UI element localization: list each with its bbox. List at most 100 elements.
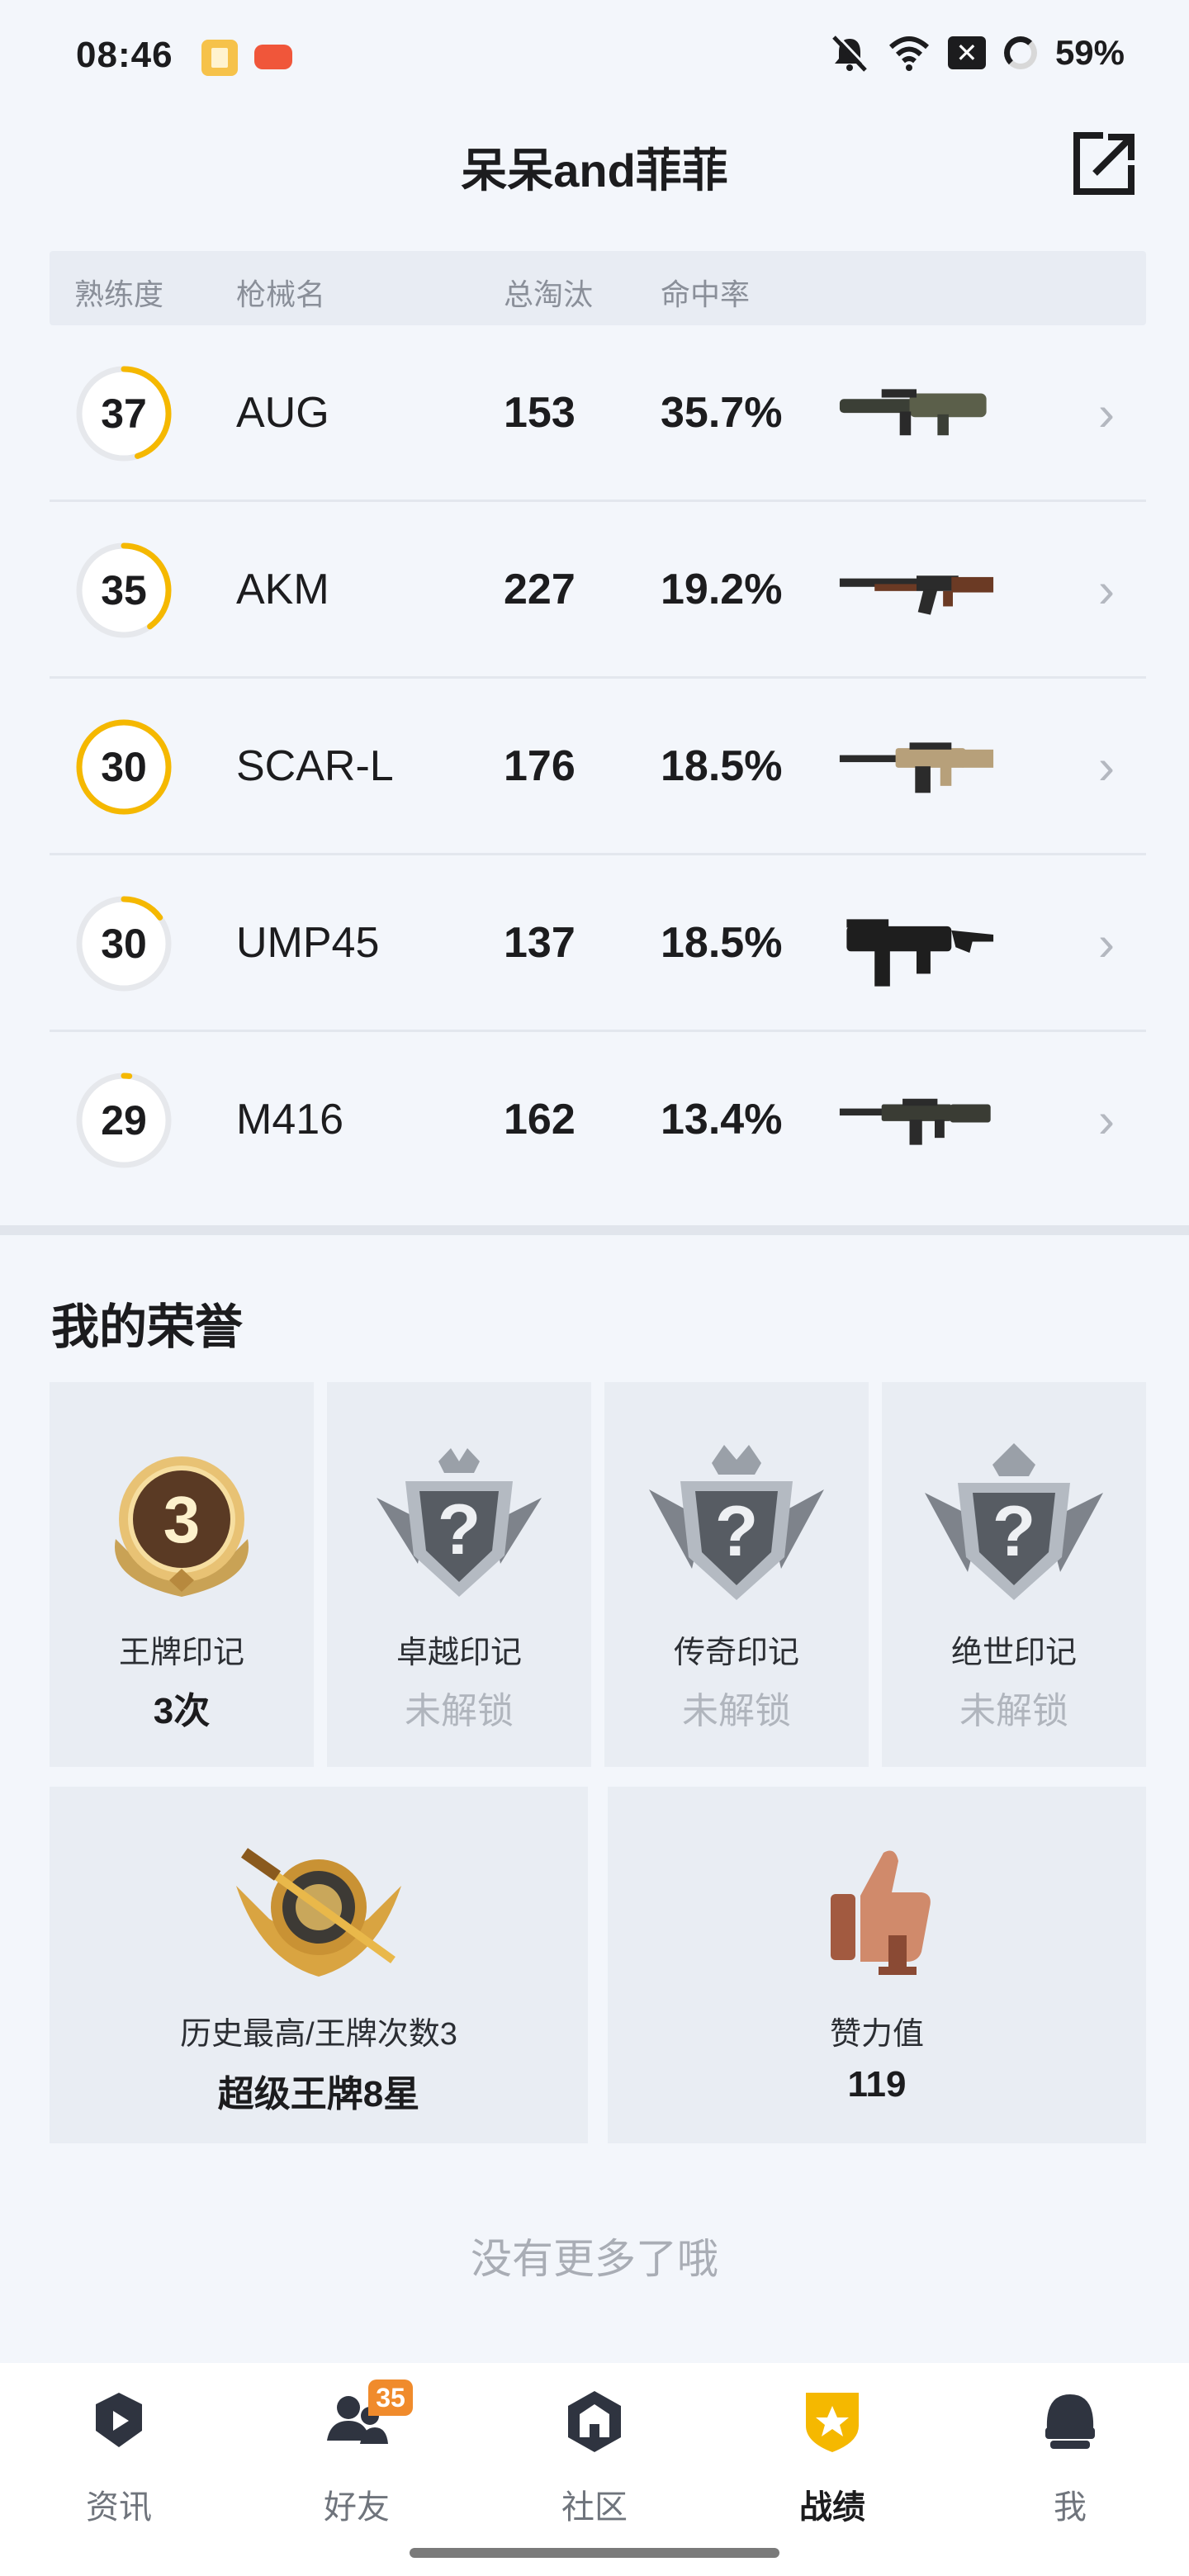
badge-value: 未解锁 — [959, 1691, 1068, 1731]
weapon-kills: 227 — [504, 566, 576, 613]
rank-emblem-icon — [236, 1848, 401, 1977]
locked-badge-glyph: ? — [438, 1490, 481, 1570]
col-hit-rate: 命中率 — [661, 277, 751, 311]
chevron-right-icon: › — [1098, 916, 1115, 971]
weapon-row[interactable]: 30 SCAR-L 176 18.5% › — [50, 679, 1146, 855]
mastery-level: 30 — [101, 744, 147, 790]
weapon-kills: 162 — [504, 1096, 576, 1144]
record-icon — [806, 2393, 859, 2452]
weapon-row[interactable]: 30 UMP45 137 18.5% › — [50, 855, 1146, 1032]
weapon-image — [839, 742, 994, 793]
weapon-hit-rate: 13.4% — [661, 1096, 783, 1144]
weapon-kills: 137 — [504, 919, 576, 967]
chevron-right-icon: › — [1098, 739, 1115, 794]
share-icon[interactable] — [1070, 130, 1136, 197]
mastery-level: 37 — [101, 391, 147, 437]
status-time: 08:46 — [76, 35, 173, 75]
col-gun-name: 枪械名 — [236, 277, 326, 311]
rank-card-label: 历史最高/王牌次数3 — [180, 2017, 457, 2052]
nav-news[interactable]: 资讯 — [0, 2379, 238, 2545]
page-header: 呆呆and菲菲 — [0, 116, 1189, 215]
badge-value: 未解锁 — [682, 1691, 791, 1731]
weapon-name: UMP45 — [236, 919, 380, 967]
badge-label: 绝世印记 — [950, 1636, 1077, 1670]
badge-label: 王牌印记 — [118, 1636, 244, 1670]
badge-card-peerless[interactable]: ? 绝世印记 未解锁 — [882, 1382, 1146, 1767]
close-box-icon: ✕ — [947, 36, 986, 69]
nav-label: 我 — [1054, 2489, 1087, 2526]
badge-value: 未解锁 — [405, 1691, 514, 1731]
community-icon — [568, 2391, 621, 2452]
weapon-image — [839, 575, 994, 615]
col-mastery: 熟练度 — [74, 277, 164, 311]
status-bar: 08:46 ✕ 59% — [0, 0, 1189, 107]
home-indicator — [410, 2548, 779, 2558]
weapon-name: AUG — [236, 389, 329, 437]
nav-community[interactable]: 社区 — [476, 2379, 713, 2545]
weapon-table: 熟练度 枪械名 总淘汰 命中率 37 AUG 153 35.7% › 35 AKM 227 19… — [50, 251, 1146, 1209]
badge-card-legend[interactable]: ? 传奇印记 未解锁 — [604, 1382, 869, 1767]
game-app-icon — [254, 45, 292, 69]
weapon-row[interactable]: 35 AKM 227 19.2% › — [50, 502, 1146, 679]
badge-card-ace[interactable]: 3 王牌印记 3次 — [50, 1382, 314, 1767]
weapon-hit-rate: 18.5% — [661, 919, 783, 967]
locked-badge-icon: ? — [925, 1443, 1103, 1600]
weapon-image — [839, 389, 987, 436]
nav-label: 社区 — [561, 2489, 628, 2526]
weapon-name: M416 — [236, 1096, 344, 1144]
honors-title: 我的荣誉 — [51, 1300, 244, 1354]
weapon-image — [839, 1098, 991, 1145]
locked-badge-glyph: ? — [715, 1492, 759, 1571]
weapon-hit-rate: 35.7% — [661, 389, 783, 437]
locked-badge-icon: ? — [649, 1445, 824, 1600]
weapon-image — [846, 919, 994, 987]
badge-value: 3次 — [153, 1691, 211, 1731]
weapon-row[interactable]: 29 M416 162 13.4% › — [50, 1032, 1146, 1209]
rank-card-value: 超级王牌8星 — [217, 2074, 420, 2114]
nav-records[interactable]: 战绩 — [713, 2379, 951, 2545]
notes-app-icon — [201, 40, 238, 76]
likes-card[interactable]: 赞力值 119 — [608, 1787, 1146, 2143]
locked-badge-glyph: ? — [992, 1492, 1036, 1571]
badge-card-excellence[interactable]: ? 卓越印记 未解锁 — [327, 1382, 591, 1767]
likes-card-label: 赞力值 — [829, 2017, 924, 2052]
table-header: 熟练度 枪械名 总淘汰 命中率 — [50, 251, 1146, 325]
weapon-row[interactable]: 37 AUG 153 35.7% › — [50, 325, 1146, 502]
nav-label: 好友 — [324, 2489, 390, 2526]
col-kills: 总淘汰 — [504, 277, 594, 311]
chevron-right-icon: › — [1098, 1092, 1115, 1148]
weapon-hit-rate: 18.5% — [661, 742, 783, 790]
nav-me[interactable]: 我 — [951, 2379, 1189, 2545]
likes-card-value: 119 — [847, 2064, 907, 2105]
mute-bell-icon — [832, 34, 870, 72]
page-title: 呆呆and菲菲 — [461, 144, 728, 197]
badge-label: 传奇印记 — [673, 1636, 799, 1670]
mastery-level: 30 — [101, 921, 147, 967]
chevron-right-icon: › — [1098, 562, 1115, 618]
battery-percent: 59% — [1054, 33, 1125, 72]
section-divider — [0, 1225, 1189, 1235]
battery-ring-icon — [1003, 36, 1037, 69]
badge-label: 卓越印记 — [396, 1636, 522, 1670]
friends-badge: 35 — [368, 2379, 413, 2416]
weapon-name: AKM — [236, 566, 329, 613]
wifi-icon — [888, 36, 929, 71]
mastery-level: 29 — [101, 1097, 147, 1144]
nav-label: 资讯 — [86, 2489, 152, 2526]
ace-badge-icon: 3 — [115, 1456, 249, 1597]
weapon-name: SCAR-L — [236, 742, 394, 790]
mastery-level: 35 — [101, 567, 147, 613]
bottom-nav: 资讯 35 好友 社区 战绩 我 — [0, 2363, 1189, 2576]
nav-label: 战绩 — [799, 2489, 865, 2526]
weapon-kills: 153 — [504, 389, 576, 437]
thumbs-up-icon — [831, 1850, 931, 1975]
highest-rank-card[interactable]: 历史最高/王牌次数3 超级王牌8星 — [50, 1787, 588, 2143]
locked-badge-icon: ? — [377, 1448, 542, 1597]
profile-helmet-icon — [1045, 2394, 1095, 2449]
weapon-hit-rate: 19.2% — [661, 566, 783, 613]
news-icon — [96, 2393, 142, 2447]
chevron-right-icon: › — [1098, 386, 1115, 441]
nav-friends[interactable]: 35 好友 — [238, 2379, 476, 2545]
ace-badge-digit: 3 — [163, 1483, 201, 1556]
weapon-kills: 176 — [504, 742, 576, 790]
